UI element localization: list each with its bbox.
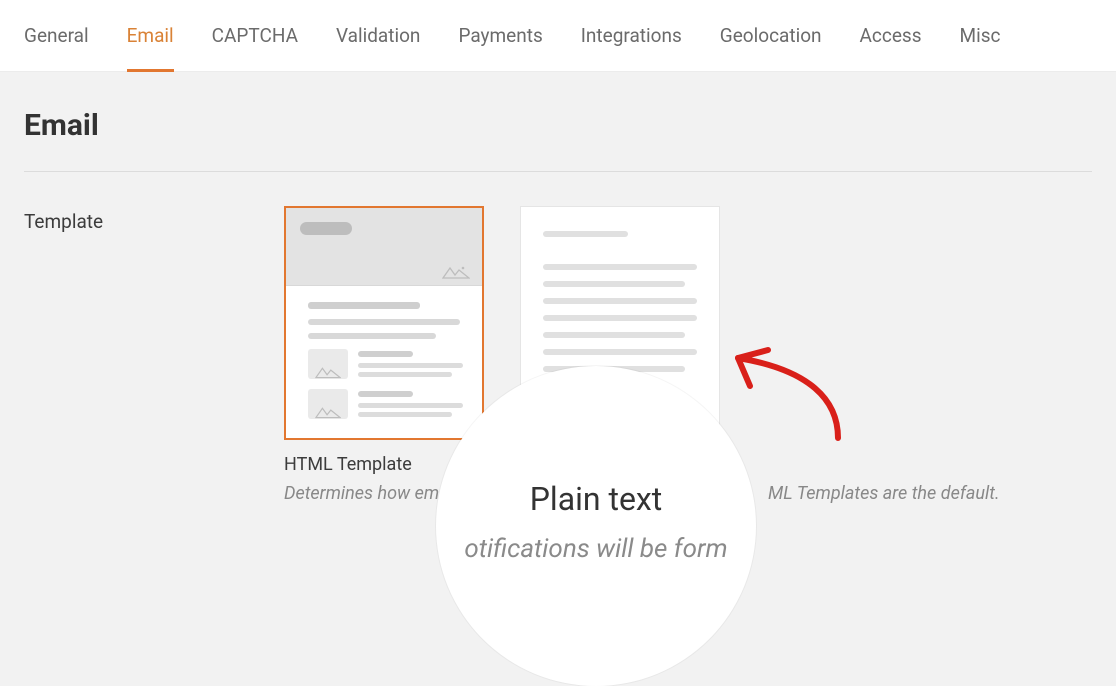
mountain-icon bbox=[315, 405, 341, 419]
mountain-icon bbox=[442, 265, 470, 279]
template-description: Determines how em ML Templates are the d… bbox=[284, 483, 1000, 504]
tab-captcha[interactable]: CAPTCHA bbox=[212, 0, 298, 72]
tab-integrations[interactable]: Integrations bbox=[581, 0, 682, 72]
tab-geolocation[interactable]: Geolocation bbox=[720, 0, 822, 72]
tab-misc[interactable]: Misc bbox=[960, 0, 1001, 72]
template-option-plain[interactable] bbox=[520, 206, 720, 440]
tab-general[interactable]: General bbox=[24, 0, 89, 72]
template-label: Template bbox=[24, 206, 254, 504]
mountain-icon bbox=[315, 365, 341, 379]
template-description-right: ML Templates are the default. bbox=[768, 483, 1000, 504]
template-option-html[interactable] bbox=[284, 206, 484, 440]
tab-access[interactable]: Access bbox=[860, 0, 922, 72]
tab-validation[interactable]: Validation bbox=[336, 0, 420, 72]
tab-payments[interactable]: Payments bbox=[458, 0, 542, 72]
template-option-html-caption: HTML Template bbox=[284, 454, 484, 475]
tab-email[interactable]: Email bbox=[127, 0, 174, 72]
magnifier-subtitle: otifications will be form bbox=[436, 534, 756, 564]
settings-tabbar: General Email CAPTCHA Validation Payment… bbox=[0, 0, 1116, 72]
section-title: Email bbox=[24, 108, 1092, 143]
section-divider bbox=[24, 171, 1092, 172]
template-description-left: Determines how em bbox=[284, 483, 439, 504]
